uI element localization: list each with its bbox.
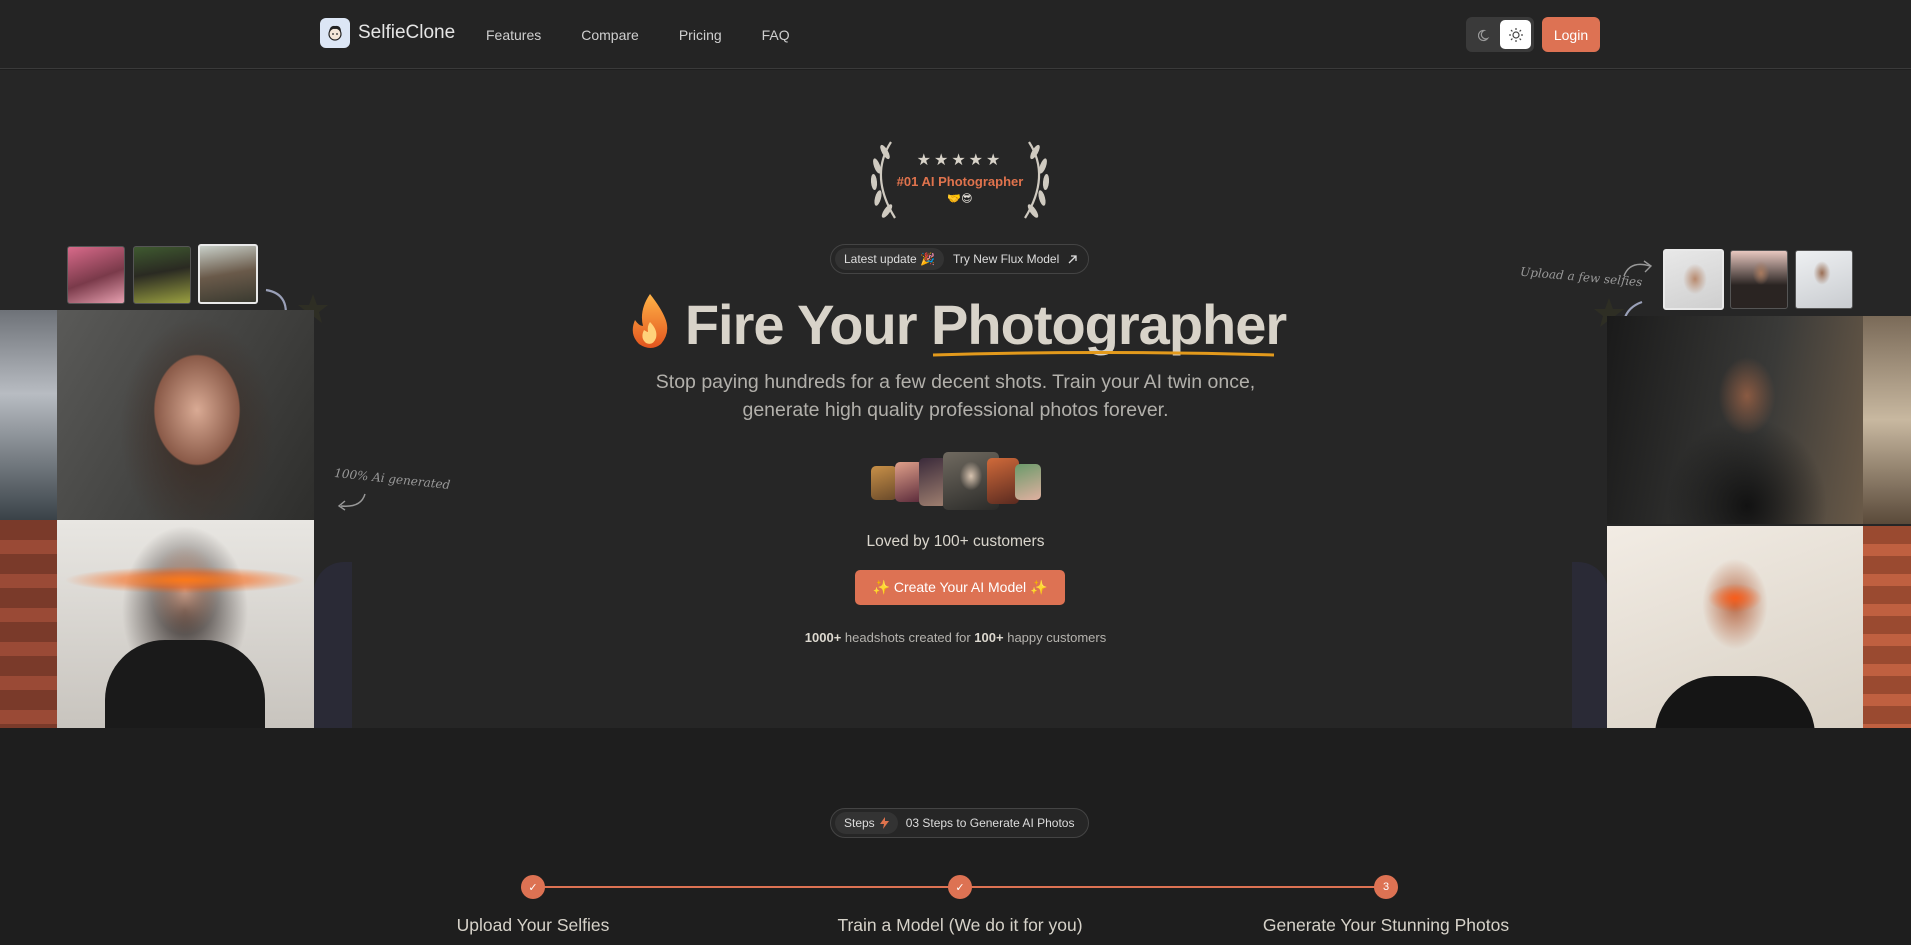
selfie-thumb-1[interactable] [1663, 249, 1724, 310]
nav-links: Features Compare Pricing FAQ [486, 27, 790, 43]
light-mode-button[interactable] [1500, 20, 1531, 49]
stats-mid: headshots created for [844, 630, 971, 645]
avatar [871, 466, 897, 500]
showcase-photo-left-edge-bottom [0, 520, 57, 728]
stats-end: happy customers [1007, 630, 1107, 645]
showcase-photo-right-edge-bottom [1863, 526, 1911, 728]
create-ai-model-button[interactable]: ✨ Create Your AI Model ✨ [855, 570, 1065, 605]
top-navbar: SelfieClone Features Compare Pricing FAQ [0, 0, 1911, 69]
latest-update-tag: Latest update 🎉 [835, 248, 945, 270]
customer-avatars [871, 452, 1041, 510]
showcase-photo-woman-2 [57, 520, 314, 728]
steps-text: 03 Steps to Generate AI Photos [905, 816, 1075, 830]
moon-icon [1477, 29, 1489, 41]
showcase-photo-man-2 [1607, 526, 1863, 728]
latest-update-pill[interactable]: Latest update 🎉 Try New Flux Model [830, 244, 1089, 274]
showcase-photo-man-1 [1607, 316, 1863, 524]
brand[interactable]: SelfieClone [320, 18, 455, 48]
sun-icon [1508, 27, 1523, 42]
underline-stroke-icon [933, 351, 1275, 357]
nav-link-faq[interactable]: FAQ [762, 27, 790, 43]
hero-title-part2: Photographer [931, 293, 1287, 356]
brand-logo-icon [320, 18, 350, 48]
step-2-label: Train a Model (We do it for you) [837, 915, 1083, 935]
shadow-blob-right [1572, 562, 1608, 728]
stats-headshots: 1000+ [804, 630, 842, 645]
selfie-thumb-3[interactable] [1795, 250, 1853, 309]
ai-generated-note: 100% Ai generated [333, 465, 451, 493]
dark-mode-button[interactable] [1469, 20, 1500, 49]
award-emoji: 🤝😎 [947, 193, 973, 205]
latest-update-text: Try New Flux Model [953, 252, 1060, 266]
showcase-photo-right-edge-top [1863, 316, 1911, 524]
nav-link-features[interactable]: Features [486, 27, 541, 43]
step-3-marker: 3 [1374, 875, 1398, 899]
nav-link-pricing[interactable]: Pricing [679, 27, 722, 43]
selfie-thumb-2[interactable] [1730, 250, 1788, 309]
nav-link-compare[interactable]: Compare [581, 27, 639, 43]
step-1-label: Upload Your Selfies [456, 915, 610, 935]
steps-tag-label: Steps [844, 816, 875, 830]
hero-section: 100% Ai generated ★★★★★ #01 AI Photograp… [0, 70, 1911, 728]
award-label: #01 AI Photographer [896, 174, 1024, 189]
lightning-icon [879, 817, 889, 829]
small-arrow-icon [337, 493, 366, 511]
step-1-marker: ✓ [521, 875, 545, 899]
steps-tag: Steps [835, 812, 898, 834]
step-3-label: Generate Your Stunning Photos [1262, 915, 1510, 935]
avatar [1015, 464, 1041, 500]
steps-pill[interactable]: Steps 03 Steps to Generate AI Photos [830, 808, 1089, 838]
rating-stars: ★★★★★ [916, 152, 1004, 169]
external-arrow-icon [1068, 254, 1077, 263]
small-arrow-icon [1623, 260, 1653, 277]
login-button[interactable]: Login [1542, 17, 1600, 52]
hero-title-part1: Fire Your [684, 293, 918, 356]
brand-name: SelfieClone [358, 22, 456, 43]
fire-icon [632, 294, 668, 348]
hero-title-part2-wrap: Photographer [931, 292, 1287, 357]
step-2-marker: ✓ [948, 875, 972, 899]
theme-toggle [1466, 17, 1534, 52]
stats-customers: 100+ [974, 630, 1004, 645]
shadow-blob-left [314, 562, 352, 728]
